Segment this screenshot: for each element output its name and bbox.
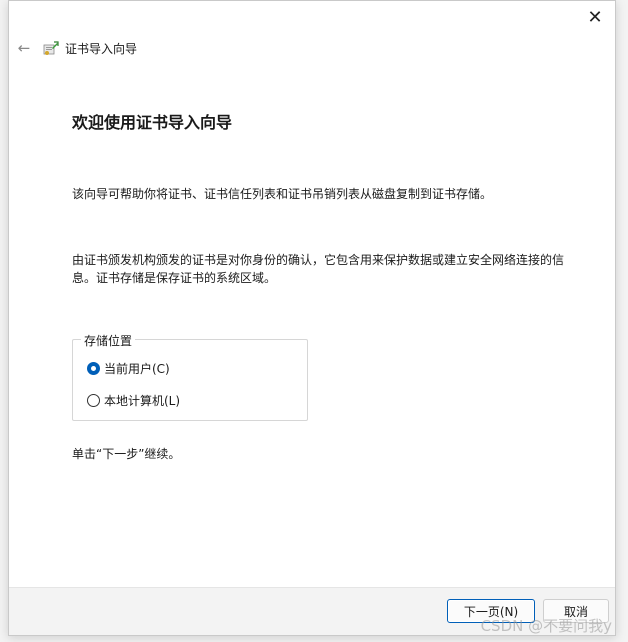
arrow-left-icon: ← bbox=[17, 39, 31, 57]
wizard-title: 证书导入向导 bbox=[65, 41, 138, 56]
continue-hint: 单击“下一步”继续。 bbox=[72, 447, 181, 461]
wizard-header: ← 证书导入向导 bbox=[15, 37, 137, 59]
background-window-right-edge bbox=[616, 0, 628, 642]
back-button[interactable]: ← bbox=[15, 39, 33, 57]
radio-selected-icon bbox=[87, 362, 100, 375]
radio-current-user-label: 当前用户(C) bbox=[104, 362, 170, 376]
close-icon: ✕ bbox=[587, 6, 603, 28]
store-location-group: 存储位置 当前用户(C) 本地计算机(L) bbox=[72, 332, 308, 421]
page-heading: 欢迎使用证书导入向导 bbox=[72, 113, 233, 132]
description-text: 由证书颁发机构颁发的证书是对你身份的确认，它包含用来保护数据或建立安全网络连接的… bbox=[72, 253, 565, 285]
close-button[interactable]: ✕ bbox=[575, 1, 615, 33]
store-location-legend: 存储位置 bbox=[81, 332, 136, 349]
intro-text: 该向导可帮助你将证书、证书信任列表和证书吊销列表从磁盘复制到证书存储。 bbox=[72, 187, 493, 201]
radio-local-machine[interactable]: 本地计算机(L) bbox=[87, 392, 180, 409]
radio-local-machine-label: 本地计算机(L) bbox=[104, 394, 181, 408]
radio-unselected-icon bbox=[87, 394, 100, 407]
background-window-left-edge bbox=[0, 0, 8, 642]
certificate-wizard-icon bbox=[43, 41, 59, 55]
certificate-import-wizard-dialog: ✕ ← 证书导入向导 欢迎使用证书导入向导 该向导可帮助你将证书、证书信任列表和… bbox=[8, 0, 616, 636]
radio-current-user[interactable]: 当前用户(C) bbox=[87, 360, 170, 377]
watermark: CSDN @不要问我y bbox=[480, 617, 612, 635]
